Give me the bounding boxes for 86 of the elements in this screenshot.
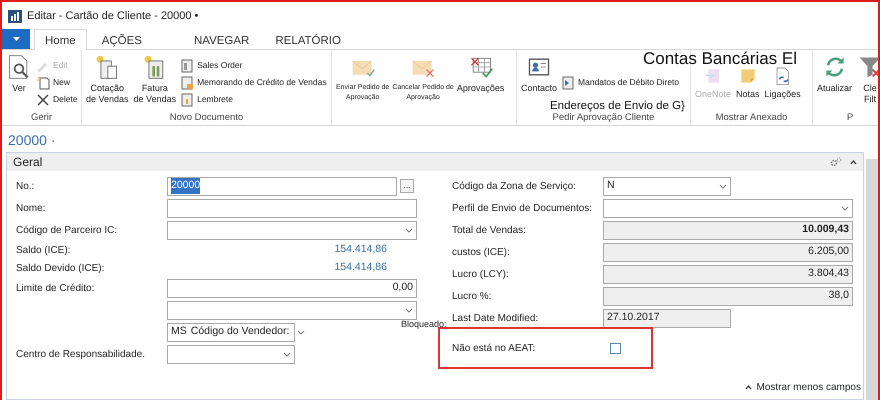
ribbon-button[interactable]: Notas — [735, 66, 761, 100]
ribbon-button[interactable]: Contacto — [520, 54, 558, 94]
window-title: Editar - Cartão de Cliente - 20000 • — [27, 8, 198, 24]
field-label: Centro de Responsabilidade. — [16, 348, 146, 362]
ribbon-button[interactable]: Memorando de Crédito de Vendas — [180, 76, 327, 90]
reminder-document-icon — [180, 92, 194, 106]
field-label: Lucro (LCY): — [452, 268, 510, 282]
readonly-field: 3.804,43 — [603, 264, 853, 284]
field-label: Código da Zona de Serviço: — [452, 180, 577, 194]
app-icon — [8, 9, 22, 23]
dropdown-field[interactable] — [167, 344, 295, 364]
chevron-icon — [841, 206, 849, 210]
collapse-button[interactable] — [850, 160, 857, 164]
chevron-icon — [405, 308, 413, 312]
dropdown-field[interactable] — [167, 300, 417, 320]
readonly-field: 6.205,00 — [603, 242, 853, 262]
field-label: Não está no AEAT: — [452, 342, 536, 356]
field-label: Saldo (ICE): — [16, 244, 72, 258]
number-field[interactable]: 20000 — [167, 176, 397, 196]
dropdown-field[interactable]: N — [603, 176, 731, 196]
ribbon-button[interactable]: Atualizar — [816, 54, 854, 94]
ribbon-tab[interactable]: NAVEGAR — [182, 29, 260, 49]
group-label: P — [846, 112, 854, 123]
field-label: Código do Vendedor: — [190, 324, 290, 340]
readonly-field: 38,0 — [603, 286, 853, 306]
field-label: Lucro %: — [452, 290, 492, 304]
field-label: Limite de Crédito: — [16, 282, 96, 296]
record-title: 20000 · — [8, 132, 56, 148]
readonly-field: 10.009,43 — [603, 220, 853, 240]
field-label: Total de Vendas: — [452, 224, 527, 238]
dropdown-field[interactable] — [167, 220, 417, 240]
caret-up-icon — [850, 160, 857, 164]
amount-link[interactable]: 154.414,86 — [167, 242, 387, 258]
field-label: Last Date Modified: — [452, 312, 540, 326]
ribbon-button[interactable]: Cle Filt — [856, 54, 878, 105]
overlay-text: Contas Bancárias El — [643, 50, 798, 67]
chevron-icon — [405, 228, 413, 232]
order-document-icon — [180, 58, 194, 72]
ribbon-button[interactable]: Ver — [5, 54, 33, 94]
ribbon-button[interactable]: Delete — [36, 92, 78, 106]
group-label: Pedir Aprovação Cliente — [552, 112, 654, 123]
new-document-icon — [36, 76, 50, 90]
show-less-link[interactable]: Mostrar menos campos — [744, 380, 861, 395]
amount-link[interactable]: 154.414,86 — [167, 260, 387, 276]
checkbox[interactable] — [610, 342, 621, 354]
overlay-text: Endereços de Envio de G} — [550, 101, 685, 112]
field-label: custos (ICE): — [452, 246, 511, 260]
credit-memo-icon — [180, 76, 194, 90]
ribbon-button[interactable]: Sales Order — [180, 58, 242, 72]
mandate-document-icon — [561, 76, 576, 90]
field-label: Código de Parceiro IC: — [16, 224, 118, 238]
ribbon-button[interactable]: Fatura de Vendas — [132, 54, 178, 105]
ribbon-button[interactable]: Mandatos de Débito Direto — [561, 76, 680, 90]
scrollbar[interactable] — [866, 159, 878, 400]
input-field[interactable]: 0,00 — [167, 278, 417, 298]
caret-icon — [12, 37, 20, 41]
dropdown-field[interactable] — [603, 198, 853, 218]
ribbon-button[interactable]: Ligações — [764, 66, 802, 100]
ribbon-button[interactable]: Lembrete — [180, 92, 234, 106]
field-label: Perfil de Envio de Documentos: — [452, 202, 594, 216]
field-value: N — [607, 178, 615, 194]
panel-title: Geral — [13, 154, 42, 171]
menu-button[interactable] — [2, 29, 30, 49]
field-label: Saldo Devido (ICE): — [16, 262, 106, 276]
ribbon-tab[interactable]: AÇÕES — [90, 29, 153, 49]
ribbon-button[interactable]: New — [36, 76, 70, 90]
delete-icon — [36, 92, 50, 106]
gear-icon — [830, 157, 842, 167]
group-label: Mostrar Anexado — [716, 112, 788, 123]
input-field[interactable] — [167, 198, 417, 218]
chevron-icon — [719, 184, 727, 188]
field-value: MS — [171, 324, 187, 340]
ribbon-tab[interactable]: RELATÓRIO — [264, 29, 352, 49]
field-label: No.: — [16, 180, 36, 194]
caret-up-icon — [744, 385, 752, 390]
lookup-button[interactable]: ... — [400, 179, 414, 193]
group-label: Novo Documento — [170, 112, 244, 123]
ribbon-button[interactable]: Cotação de Vendas — [85, 54, 130, 105]
readonly-field: 27.10.2017 — [603, 308, 731, 328]
ribbon-tab[interactable]: Home — [34, 29, 87, 50]
chevron-icon — [297, 330, 306, 334]
chevron-icon — [283, 352, 291, 356]
group-label: Gerir — [30, 112, 52, 123]
ribbon-button[interactable]: Aprovações — [456, 54, 506, 94]
field-label: Bloqueado: — [401, 320, 447, 329]
field-label: Nome: — [16, 202, 46, 216]
